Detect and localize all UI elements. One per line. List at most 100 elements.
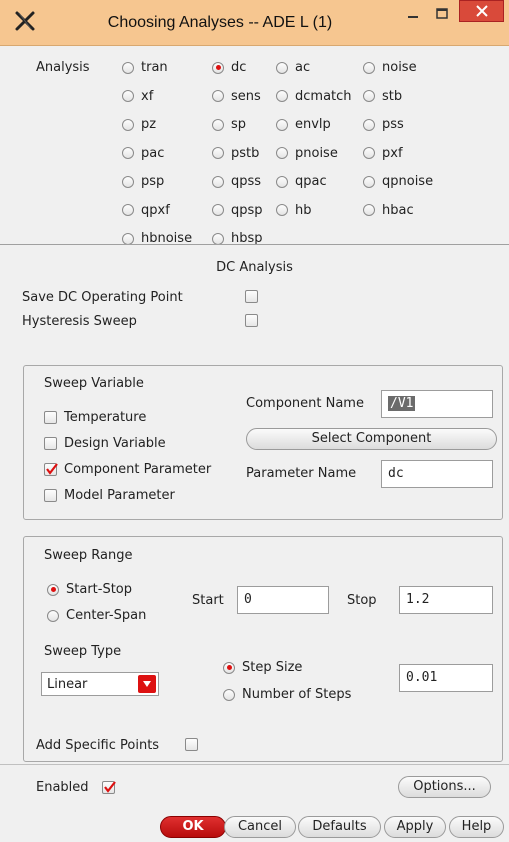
analysis-radio-dot[interactable] bbox=[212, 147, 224, 159]
start-field[interactable]: 0 bbox=[237, 586, 329, 614]
parameter-name-field[interactable]: dc bbox=[381, 460, 493, 488]
analysis-option-stb[interactable]: stb bbox=[363, 89, 402, 104]
analysis-radio-dot[interactable] bbox=[212, 61, 224, 74]
analysis-option-hb[interactable]: hb bbox=[276, 203, 312, 218]
step-size-radio-dot[interactable] bbox=[223, 661, 235, 674]
analysis-option-xf[interactable]: xf bbox=[122, 89, 153, 104]
design-variable-checkbox[interactable] bbox=[44, 437, 57, 450]
analysis-radio-dot[interactable] bbox=[276, 90, 288, 102]
analysis-option-pac[interactable]: pac bbox=[122, 146, 164, 161]
component-parameter-option[interactable]: Component Parameter bbox=[44, 462, 211, 477]
select-component-button[interactable]: Select Component bbox=[246, 428, 497, 450]
analysis-option-qpxf[interactable]: qpxf bbox=[122, 203, 170, 218]
analysis-option-pz[interactable]: pz bbox=[122, 117, 156, 132]
number-of-steps-radio-dot[interactable] bbox=[223, 688, 235, 701]
analysis-option-hbac[interactable]: hbac bbox=[363, 203, 414, 218]
analysis-radio-dot[interactable] bbox=[363, 204, 375, 216]
analysis-radio-dot[interactable] bbox=[276, 204, 288, 216]
analysis-option-dc[interactable]: dc bbox=[212, 60, 246, 75]
analysis-radio-dot[interactable] bbox=[122, 175, 134, 188]
analysis-radio-dot[interactable] bbox=[122, 61, 134, 74]
temperature-option[interactable]: Temperature bbox=[44, 410, 146, 425]
analysis-option-label: sp bbox=[231, 117, 247, 132]
start-label: Start bbox=[192, 593, 224, 608]
dropdown-arrow-icon[interactable] bbox=[138, 675, 156, 693]
analysis-option-pstb[interactable]: pstb bbox=[212, 146, 259, 161]
add-specific-points-checkbox[interactable] bbox=[185, 738, 198, 751]
close-icon[interactable] bbox=[459, 0, 504, 22]
analysis-option-qpsp[interactable]: qpsp bbox=[212, 203, 263, 218]
design-variable-option[interactable]: Design Variable bbox=[44, 436, 166, 451]
dc-analysis-heading: DC Analysis bbox=[216, 260, 293, 275]
stop-field[interactable]: 1.2 bbox=[399, 586, 493, 614]
hysteresis-checkbox[interactable] bbox=[245, 314, 258, 327]
analysis-radio-dot[interactable] bbox=[276, 61, 288, 74]
analysis-radio-dot[interactable] bbox=[212, 232, 224, 245]
analysis-radio-dot[interactable] bbox=[363, 118, 375, 131]
start-stop-radio-dot[interactable] bbox=[47, 583, 59, 596]
analysis-radio-dot[interactable] bbox=[122, 147, 134, 159]
center-span-radio[interactable]: Center-Span bbox=[47, 608, 146, 623]
maximize-icon[interactable] bbox=[430, 4, 454, 24]
analysis-radio-dot[interactable] bbox=[276, 147, 288, 159]
step-size-label: Step Size bbox=[242, 660, 303, 675]
model-parameter-checkbox[interactable] bbox=[44, 489, 57, 502]
analysis-option-pss[interactable]: pss bbox=[363, 117, 404, 132]
analysis-radio-dot[interactable] bbox=[363, 90, 375, 102]
analysis-radio-dot[interactable] bbox=[363, 147, 375, 159]
temperature-checkbox[interactable] bbox=[44, 411, 57, 424]
analysis-radio-dot[interactable] bbox=[212, 204, 224, 216]
analysis-radio-dot[interactable] bbox=[276, 175, 288, 188]
component-parameter-checkbox[interactable] bbox=[44, 463, 58, 476]
center-span-radio-dot[interactable] bbox=[47, 609, 59, 622]
apply-button[interactable]: Apply bbox=[384, 816, 446, 838]
save-dc-op-checkbox[interactable] bbox=[245, 290, 258, 303]
cancel-button[interactable]: Cancel bbox=[224, 816, 296, 838]
analysis-radio-dot[interactable] bbox=[122, 232, 134, 245]
analysis-option-psp[interactable]: psp bbox=[122, 174, 164, 189]
options-button[interactable]: Options... bbox=[398, 776, 491, 798]
title-bar: Choosing Analyses -- ADE L (1) bbox=[0, 0, 509, 46]
ok-button[interactable]: OK bbox=[160, 816, 226, 838]
step-size-radio[interactable]: Step Size bbox=[223, 660, 302, 675]
analysis-radio-dot[interactable] bbox=[212, 118, 224, 131]
analysis-radio-dot[interactable] bbox=[212, 175, 224, 188]
component-name-field[interactable]: /V1 bbox=[381, 390, 493, 418]
sweep-type-dropdown[interactable]: Linear bbox=[41, 672, 159, 696]
analysis-option-label: sens bbox=[231, 88, 261, 104]
component-parameter-label: Component Parameter bbox=[64, 462, 212, 477]
analysis-option-qpac[interactable]: qpac bbox=[276, 174, 327, 189]
analysis-option-dcmatch[interactable]: dcmatch bbox=[276, 89, 352, 104]
start-stop-radio[interactable]: Start-Stop bbox=[47, 582, 132, 597]
design-variable-label: Design Variable bbox=[64, 436, 166, 451]
help-button[interactable]: Help bbox=[449, 816, 504, 838]
analysis-option-qpnoise[interactable]: qpnoise bbox=[363, 174, 433, 189]
analysis-option-envlp[interactable]: envlp bbox=[276, 117, 331, 132]
analysis-option-label: qpnoise bbox=[382, 174, 434, 189]
analysis-radio-dot[interactable] bbox=[122, 90, 134, 102]
minimize-icon[interactable] bbox=[401, 4, 425, 24]
enabled-checkbox[interactable] bbox=[102, 781, 116, 794]
analysis-radio-dot[interactable] bbox=[122, 118, 134, 131]
analysis-radio-dot[interactable] bbox=[122, 204, 134, 216]
number-of-steps-radio[interactable]: Number of Steps bbox=[223, 687, 351, 702]
defaults-button[interactable]: Defaults bbox=[298, 816, 381, 838]
analysis-radio-dot[interactable] bbox=[276, 118, 288, 131]
stop-label: Stop bbox=[347, 593, 377, 608]
analysis-option-pnoise[interactable]: pnoise bbox=[276, 146, 338, 161]
window-title: Choosing Analyses -- ADE L (1) bbox=[107, 14, 333, 31]
analysis-option-ac[interactable]: ac bbox=[276, 60, 310, 75]
analysis-option-tran[interactable]: tran bbox=[122, 60, 168, 75]
analysis-option-pxf[interactable]: pxf bbox=[363, 146, 403, 161]
analysis-radio-dot[interactable] bbox=[212, 90, 224, 102]
step-value-field[interactable]: 0.01 bbox=[399, 664, 493, 692]
component-name-label: Component Name bbox=[246, 396, 364, 411]
analysis-option-qpss[interactable]: qpss bbox=[212, 174, 261, 189]
analysis-option-sp[interactable]: sp bbox=[212, 117, 246, 132]
analysis-radio-dot[interactable] bbox=[363, 175, 375, 188]
analysis-option-noise[interactable]: noise bbox=[363, 60, 417, 75]
model-parameter-option[interactable]: Model Parameter bbox=[44, 488, 175, 503]
analysis-radio-dot[interactable] bbox=[363, 61, 375, 74]
checkmark-icon bbox=[46, 463, 58, 475]
analysis-option-sens[interactable]: sens bbox=[212, 89, 261, 104]
